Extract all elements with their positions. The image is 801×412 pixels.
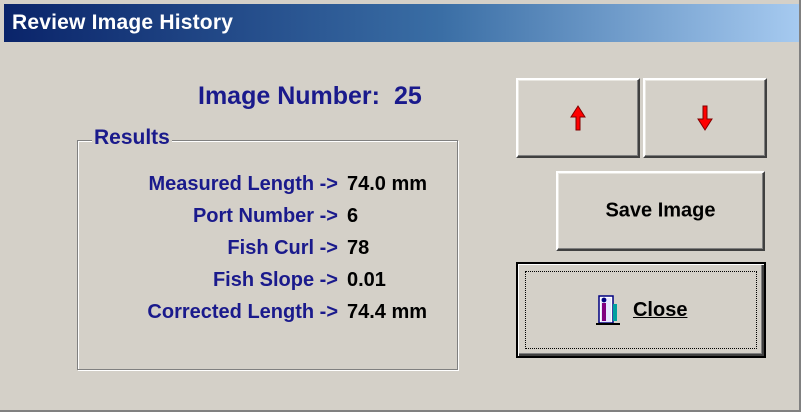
save-image-button[interactable]: Save Image [556, 171, 765, 251]
title-bar[interactable]: Review Image History [4, 4, 799, 42]
fish-slope-value: 0.01 [347, 269, 386, 291]
results-group-box: Results Measured Length -> 74.0 mm Port … [77, 126, 458, 370]
results-legend: Results [92, 126, 172, 150]
review-image-history-window: Review Image History Image Number: 25 Res… [0, 0, 801, 412]
up-arrow-icon [570, 105, 586, 131]
port-number-label: Port Number -> [192, 205, 338, 227]
down-arrow-icon [697, 105, 713, 131]
close-label: Close [632, 298, 688, 321]
fish-curl-label: Fish Curl -> [227, 237, 338, 259]
close-button[interactable]: Close [516, 262, 766, 358]
image-number-label: Image Number: [198, 82, 380, 110]
port-number-value: 6 [347, 205, 359, 227]
fish-curl-value: 78 [347, 237, 370, 259]
result-row-fish-slope: Fish Slope -> 0.01 [92, 269, 452, 297]
measured-length-value: 74.0 mm [347, 173, 428, 195]
result-row-fish-curl: Fish Curl -> 78 [92, 237, 452, 265]
measured-length-label: Measured Length -> [148, 173, 338, 195]
result-row-port-number: Port Number -> 6 [92, 205, 452, 233]
corrected-length-label: Corrected Length -> [147, 301, 338, 323]
window-title: Review Image History [12, 11, 234, 34]
corrected-length-value: 74.4 mm [347, 301, 428, 323]
image-number-display: Image Number: 25 [198, 82, 422, 111]
close-button-content: Close [518, 294, 764, 326]
door-exit-icon [595, 295, 620, 325]
result-row-measured-length: Measured Length -> 74.0 mm [92, 173, 452, 201]
next-image-button[interactable] [643, 78, 767, 158]
previous-image-button[interactable] [516, 78, 640, 158]
fish-slope-label: Fish Slope -> [212, 269, 338, 291]
result-row-corrected-length: Corrected Length -> 74.4 mm [92, 301, 452, 329]
save-image-label: Save Image [605, 199, 716, 222]
image-number-value: 25 [393, 82, 422, 110]
